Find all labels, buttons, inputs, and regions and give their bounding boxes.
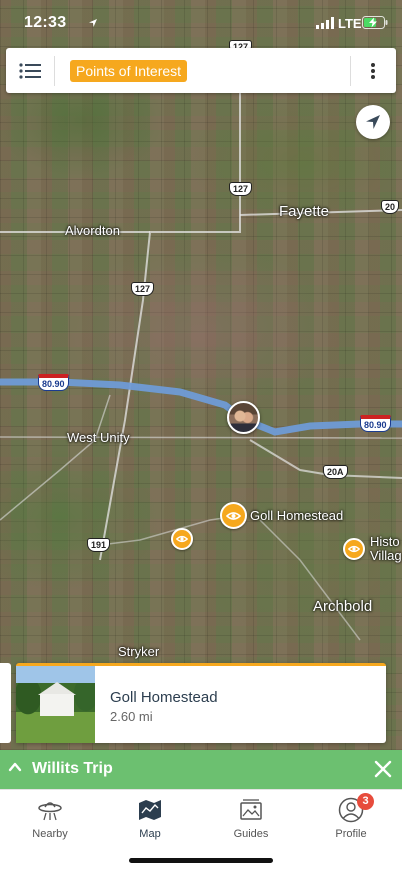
cell-signal-icon [316, 17, 334, 29]
place-label-archbold: Archbold [313, 598, 373, 615]
ufo-icon [38, 802, 62, 821]
close-icon[interactable] [372, 758, 394, 780]
tab-nearby[interactable]: Nearby [10, 796, 90, 840]
navigation-arrow-icon [366, 115, 380, 129]
divider [54, 56, 55, 86]
tab-guides[interactable]: Guides [211, 796, 291, 840]
guides-icon [240, 799, 262, 820]
list-icon [19, 62, 41, 79]
trip-bar[interactable]: Willits Trip [0, 750, 402, 789]
us20a-shield: 20A [323, 465, 348, 479]
place-label-west-unity: West Unity [67, 430, 130, 445]
map-search-bar: Points of Interest [6, 48, 396, 93]
satellite-map[interactable]: 127 127 127 20 80.90 80.90 20A 191 Fayet… [0, 0, 402, 750]
place-label-fayette: Fayette [279, 203, 330, 220]
location-arrow-icon [89, 19, 97, 27]
chevron-up-icon[interactable] [8, 760, 22, 774]
poi-marker-historic-village[interactable] [343, 538, 365, 560]
place-label-stryker: Stryker [118, 644, 160, 659]
map-icon [139, 800, 161, 820]
us20-shield: 20 [381, 200, 400, 214]
tab-profile[interactable]: 3 Profile [311, 793, 391, 840]
network-type: LTE [338, 16, 362, 31]
poi-filter-chip[interactable]: Points of Interest [70, 60, 188, 82]
poi-card-title: Goll Homestead [110, 689, 218, 706]
poi-card[interactable]: Goll Homestead 2.60 mi [16, 663, 386, 743]
place-label-alvordton: Alvordton [65, 223, 120, 238]
eye-icon [226, 511, 241, 520]
previous-card-peek[interactable] [0, 663, 11, 743]
eye-icon [348, 545, 360, 553]
poi-thumbnail [16, 666, 95, 743]
status-time: 12:33 [24, 14, 67, 31]
i80-90-shield-right: 80.90 [360, 415, 391, 432]
user-location-avatar[interactable] [227, 401, 260, 434]
status-bar: 12:33 LTE [0, 0, 402, 46]
us127-shield-mid: 127 [229, 182, 253, 196]
poi-label-historic-village: Histo Villag [370, 534, 402, 563]
list-view-button[interactable] [6, 48, 54, 93]
more-options-button[interactable] [350, 48, 396, 93]
eye-icon [176, 535, 188, 543]
trip-title: Willits Trip [32, 760, 113, 777]
battery-charging-icon [362, 16, 388, 29]
poi-marker-goll-homestead[interactable] [220, 502, 247, 529]
us127-shield-low: 127 [131, 282, 155, 296]
tab-map[interactable]: Map [110, 796, 190, 840]
sr191-shield: 191 [87, 538, 111, 552]
poi-marker-1[interactable] [171, 528, 193, 550]
poi-card-distance: 2.60 mi [110, 709, 153, 724]
poi-label-goll-homestead: Goll Homestead [250, 508, 344, 523]
recenter-location-button[interactable] [356, 105, 390, 139]
home-indicator [129, 858, 273, 863]
more-vertical-icon [371, 62, 375, 79]
tab-bar: Nearby Map Guides 3 Profile [0, 789, 402, 870]
notification-badge: 3 [357, 793, 374, 810]
i80-90-shield-left: 80.90 [38, 374, 69, 391]
